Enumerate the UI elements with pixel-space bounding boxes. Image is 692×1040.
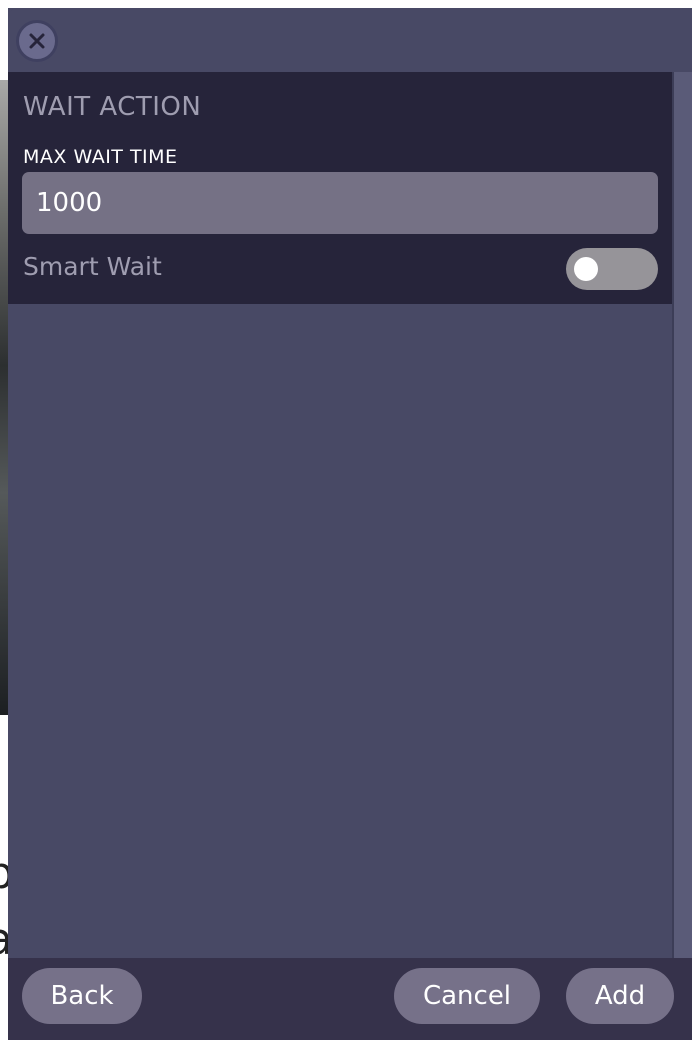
wait-action-dialog: WAIT ACTION MAX WAIT TIME Smart Wait Bac… [8,8,692,1040]
close-icon [29,33,45,49]
section-title: WAIT ACTION [23,92,202,122]
close-button[interactable] [16,20,58,62]
back-button[interactable]: Back [22,968,142,1024]
max-wait-time-label: MAX WAIT TIME [23,146,178,168]
smart-wait-toggle[interactable] [566,248,658,290]
dialog-footer: Back Cancel Add [8,958,692,1040]
add-button[interactable]: Add [566,968,674,1024]
max-wait-time-input[interactable] [22,172,658,234]
dialog-header [8,8,692,72]
wait-action-section: WAIT ACTION MAX WAIT TIME Smart Wait [8,72,672,304]
smart-wait-label: Smart Wait [23,252,162,281]
cancel-button[interactable]: Cancel [394,968,540,1024]
toggle-knob [574,257,598,281]
scrollbar-track[interactable] [672,72,692,958]
